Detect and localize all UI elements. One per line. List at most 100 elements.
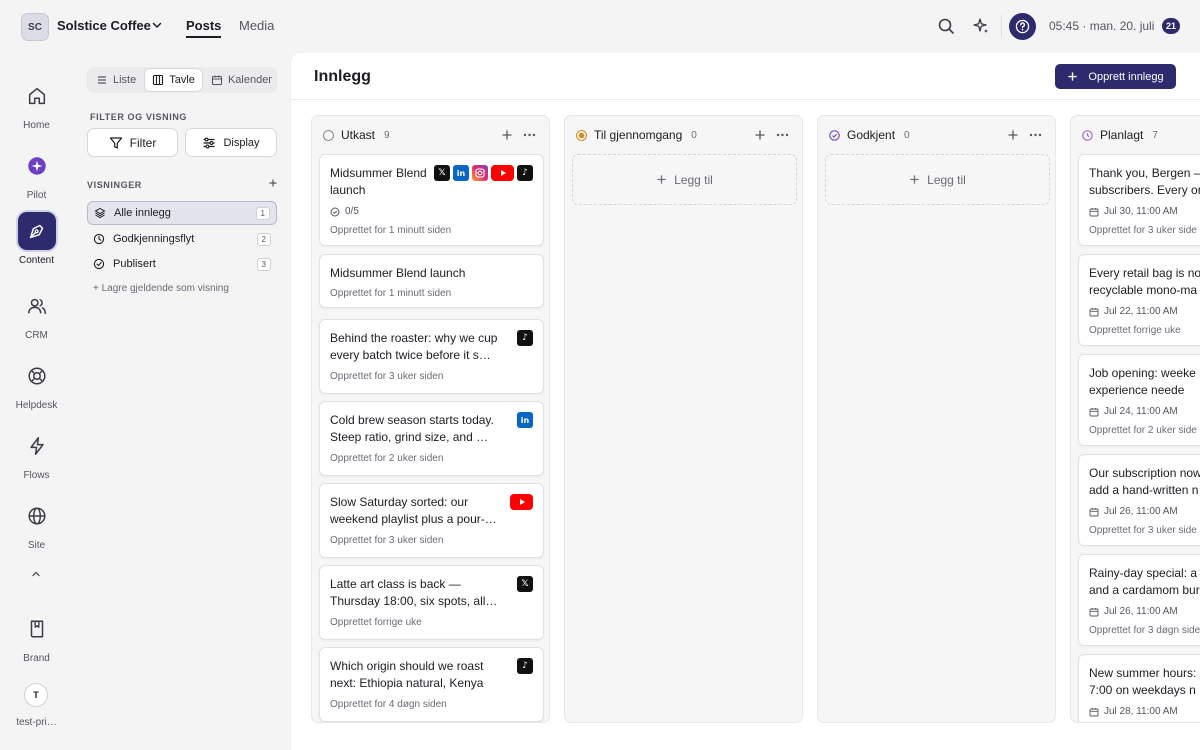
card-created: Opprettet for 3 døgn side (1089, 625, 1200, 636)
post-card[interactable]: Midsummer Blend launch Opprettet for 1 m… (319, 254, 544, 308)
post-card[interactable]: Thank you, Bergen — subscribers. Every o… (1078, 154, 1200, 246)
post-card[interactable]: Job opening: weeke No experience neede J… (1078, 354, 1200, 446)
plus-icon[interactable] (501, 129, 513, 141)
more-icon[interactable] (776, 129, 789, 141)
card-schedule: Jul 26, 11:00 AM (1089, 606, 1178, 617)
user-avatar[interactable]: T (24, 683, 48, 707)
rail-item-content[interactable]: Content (0, 212, 73, 266)
view-calendar-button[interactable]: Kalender (204, 69, 279, 91)
rail-item-helpdesk[interactable]: Helpdesk (0, 357, 73, 411)
layers-icon (94, 207, 106, 219)
post-card[interactable]: Cold brew season starts today. Steep rat… (319, 401, 544, 476)
rail-item-crm[interactable]: CRM (0, 287, 73, 341)
column-header: Til gjennomgang 0 (565, 116, 802, 154)
pen-nib-icon (29, 224, 43, 239)
lifebuoy-icon (27, 367, 46, 385)
card-title: Which origin should we roast next: Ethio… (330, 659, 484, 690)
post-card[interactable]: Our subscription now add a hand-written … (1078, 454, 1200, 546)
board-icon (153, 74, 164, 86)
view-item-publisert[interactable]: Publisert 3 (87, 252, 277, 276)
rail-label-pilot: Pilot (26, 190, 47, 201)
plus-icon[interactable] (754, 129, 766, 141)
card-title: Rainy-day special: a and a cardamom bur (1089, 566, 1200, 597)
more-icon[interactable] (1029, 129, 1042, 141)
add-post-button[interactable]: Legg til (572, 154, 797, 205)
post-card[interactable]: Midsummer Blend launch 𝕏 in ♪ 0/5 Oppret… (319, 154, 544, 246)
schedule-value: Jul 22, 11:00 AM (1104, 306, 1178, 317)
view-item-alle-innlegg[interactable]: Alle innlegg 1 (87, 201, 277, 225)
clock-icon (93, 233, 105, 245)
card-created: Opprettet for 2 uker side (1089, 425, 1197, 436)
card-created: Opprettet for 3 uker siden (330, 371, 444, 382)
calendar-icon (1089, 207, 1099, 216)
post-card[interactable]: Latte art class is back — Thursday 18:00… (319, 565, 544, 640)
column-header: Planlagt 7 (1071, 116, 1200, 154)
filter-button[interactable]: Filter (87, 128, 178, 157)
calendar-icon (211, 75, 222, 86)
add-post-label: Legg til (927, 172, 966, 187)
workspace-name[interactable]: Solstice Coffee (57, 18, 151, 33)
page-title: Innlegg (314, 68, 371, 85)
check-circle-icon (330, 207, 340, 216)
plus-icon[interactable] (1007, 129, 1019, 141)
help-icon (1015, 19, 1030, 34)
rail-item-home[interactable]: Home (0, 77, 73, 131)
rail-item-brand[interactable]: Brand (0, 610, 73, 664)
column-utkast: Utkast 9 Midsummer Blend launch 𝕏 in ♪ 0… (311, 115, 550, 723)
status-draft-icon (323, 129, 334, 141)
nav-tab-posts[interactable]: Posts (186, 18, 222, 38)
view-board-button[interactable]: Tavle (145, 69, 202, 91)
display-button[interactable]: Display (185, 128, 277, 157)
post-card[interactable]: Rainy-day special: a and a cardamom bur … (1078, 554, 1200, 646)
card-schedule: Jul 24, 11:00 AM (1089, 406, 1178, 417)
save-view-link[interactable]: + Lagre gjeldende som visning (93, 283, 229, 294)
post-card[interactable]: Behind the roaster: why we cup every bat… (319, 319, 544, 394)
chevron-up-icon[interactable] (30, 568, 42, 580)
pilot-icon (27, 157, 46, 175)
card-schedule: Jul 28, 11:00 AM (1089, 706, 1178, 717)
notification-badge[interactable]: 21 (1162, 18, 1181, 34)
view-board-label: Tavle (169, 74, 195, 86)
rail-item-flows[interactable]: Flows (0, 427, 73, 481)
card-title: Latte art class is back — Thursday 18:00… (330, 577, 498, 608)
view-item-godkjenningsflyt[interactable]: Godkjenningsflyt 2 (87, 227, 277, 251)
view-list-button[interactable]: Liste (89, 69, 143, 91)
schedule-value: Jul 28, 11:00 AM (1104, 706, 1178, 717)
view-item-label: Alle innlegg (114, 207, 171, 219)
post-card[interactable]: New summer hours: 7:00 on weekdays n Jul… (1078, 654, 1200, 722)
rail-item-pilot[interactable]: Pilot (0, 147, 73, 201)
plus-icon (1068, 72, 1078, 81)
platform-icons: ♪ (517, 658, 533, 674)
column-godkjent: Godkjent 0 Legg til (817, 115, 1056, 723)
workspace-avatar[interactable]: SC (21, 13, 49, 41)
help-button[interactable] (1009, 13, 1036, 40)
rail-label-helpdesk: Helpdesk (15, 400, 58, 411)
user-label[interactable]: test-pri… (0, 717, 73, 728)
create-post-label: Opprett innlegg (1088, 70, 1164, 83)
card-title: Our subscription now add a hand-written … (1089, 466, 1200, 497)
post-card[interactable]: Which origin should we roast next: Ethio… (319, 647, 544, 722)
nav-tab-media[interactable]: Media (239, 18, 274, 33)
card-created: Opprettet for 2 uker siden (330, 453, 444, 464)
card-title: Job opening: weeke No experience neede (1089, 366, 1200, 397)
plus-icon[interactable] (267, 177, 279, 189)
create-post-button[interactable]: Opprett innlegg (1055, 64, 1176, 89)
card-progress: 0/5 (330, 206, 359, 217)
card-title: Midsummer Blend launch (330, 166, 427, 197)
view-item-label: Publisert (113, 258, 156, 270)
card-created: Opprettet forrige uke (330, 617, 422, 628)
post-card[interactable]: Slow Saturday sorted: our weekend playli… (319, 483, 544, 558)
view-calendar-label: Kalender (227, 74, 272, 86)
plus-icon (657, 175, 666, 184)
column-title: Planlagt (1100, 128, 1144, 142)
topbar-divider (1001, 15, 1002, 37)
add-post-button[interactable]: Legg til (825, 154, 1050, 205)
search-icon[interactable] (937, 17, 955, 35)
more-icon[interactable] (523, 129, 536, 141)
globe-icon (27, 507, 46, 525)
status-scheduled-icon (1082, 129, 1093, 141)
chevron-down-icon[interactable] (151, 19, 163, 31)
post-card[interactable]: Every retail bag is no recyclable mono-m… (1078, 254, 1200, 346)
sparkle-icon[interactable] (972, 17, 990, 35)
rail-item-site[interactable]: Site (0, 497, 73, 551)
